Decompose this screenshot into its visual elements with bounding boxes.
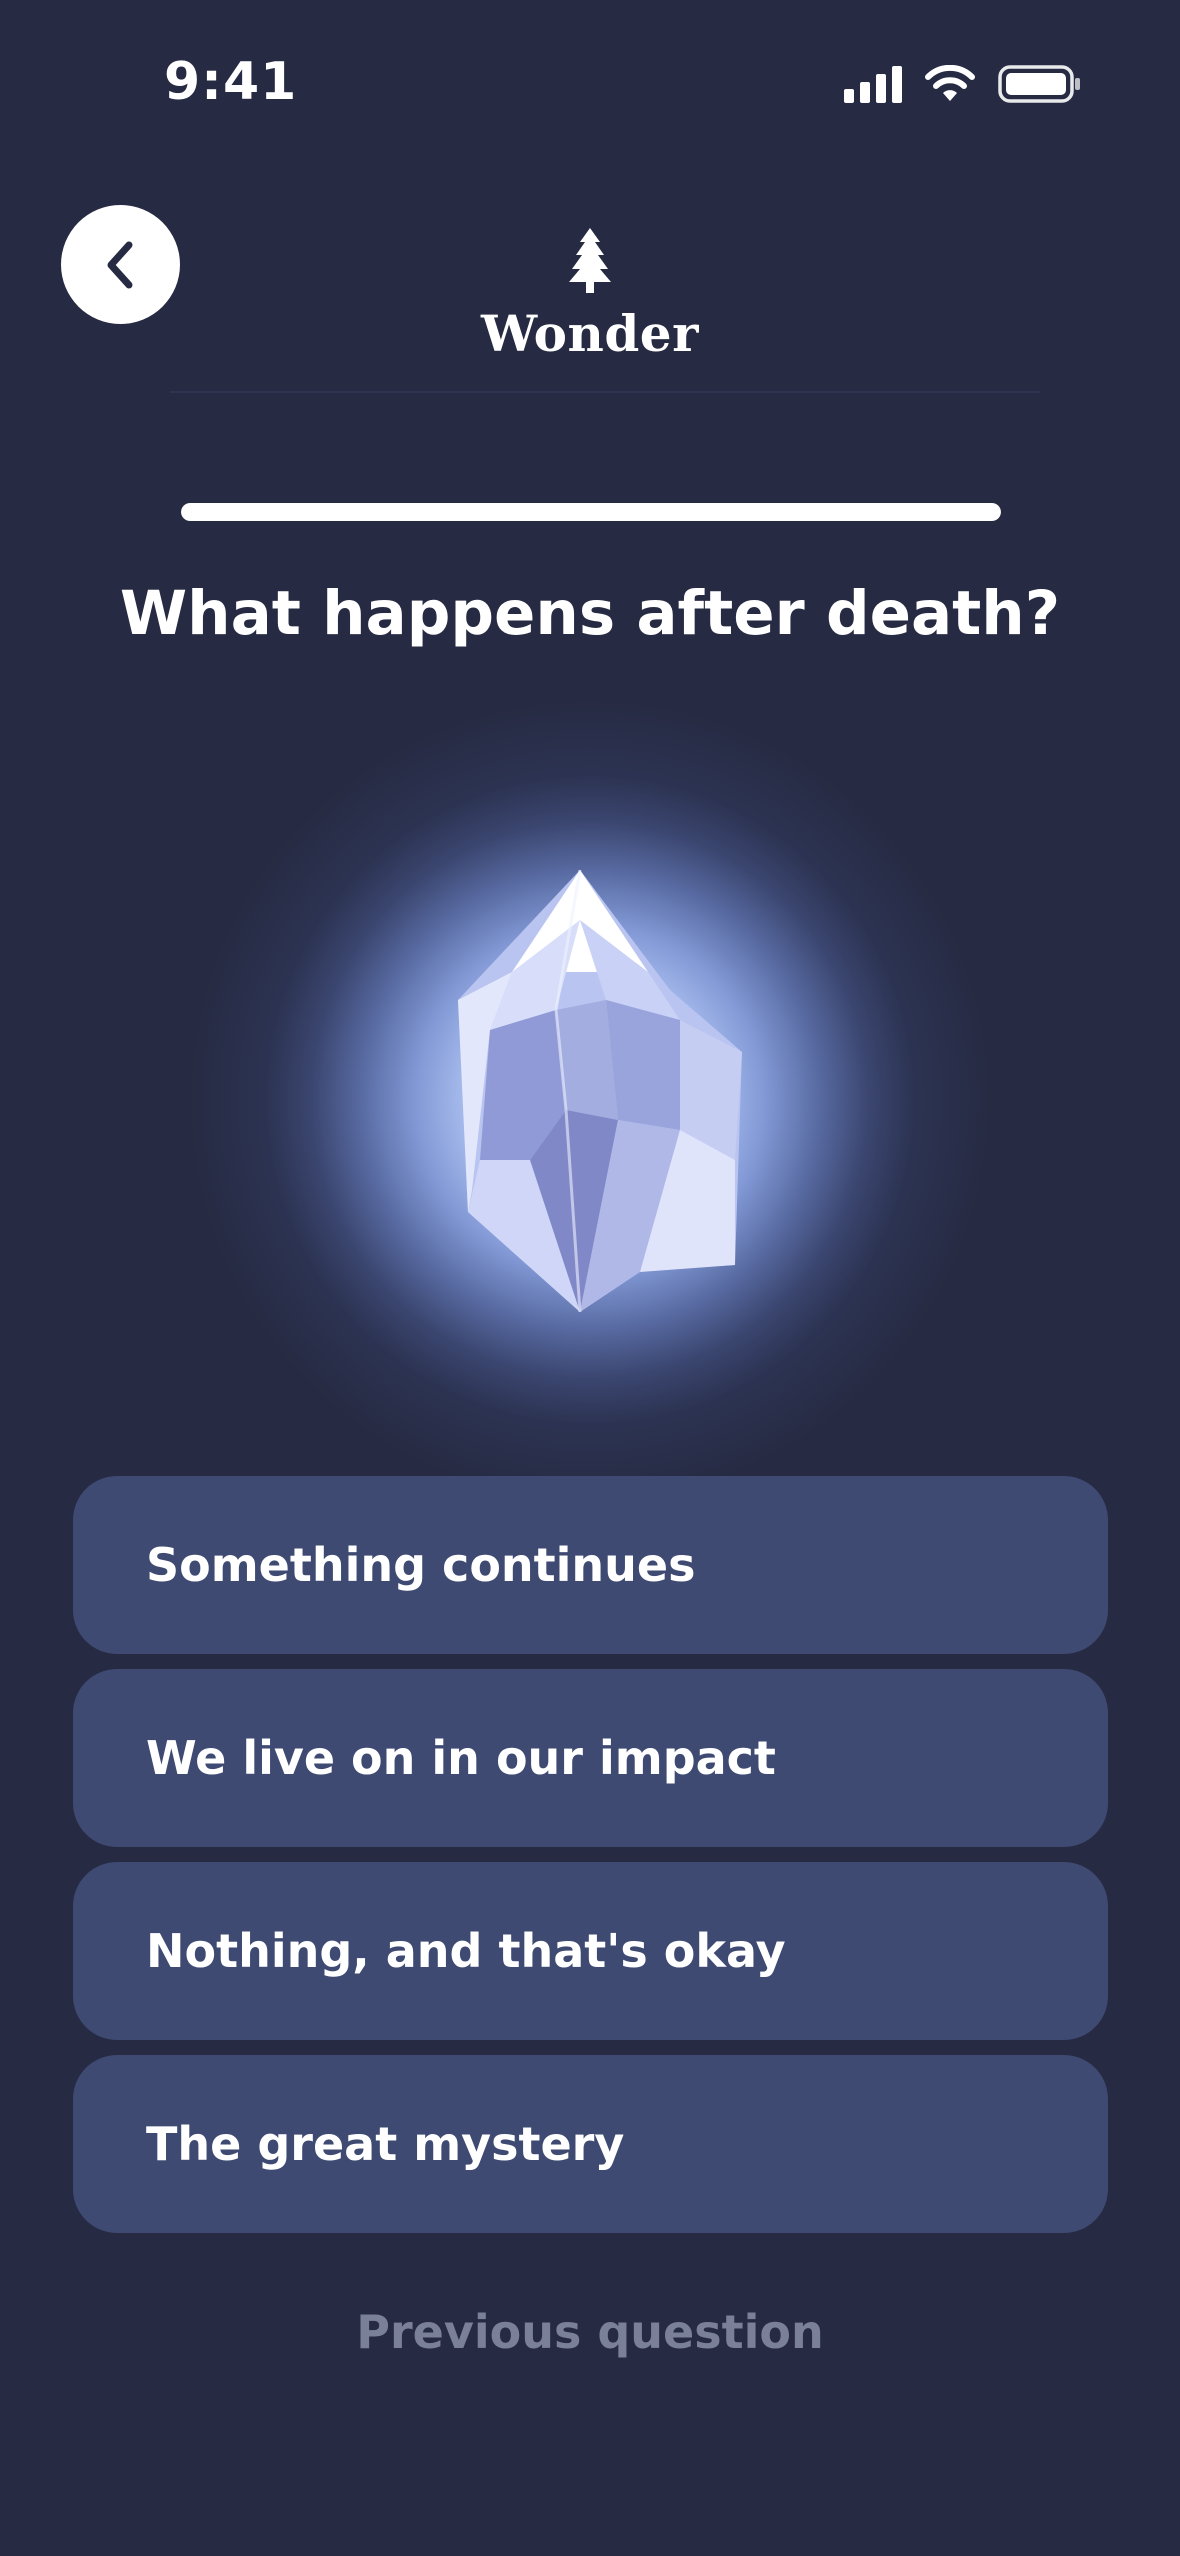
- answer-label: Something continues: [146, 1538, 696, 1592]
- battery-icon: [998, 64, 1082, 104]
- chevron-left-icon: [107, 241, 132, 288]
- answer-label: The great mystery: [146, 2117, 625, 2171]
- answer-option-something-continues[interactable]: Something continues: [73, 1476, 1108, 1654]
- status-time: 9:41: [164, 52, 298, 112]
- status-icons: [844, 64, 1082, 104]
- answer-list: Something continues We live on in our im…: [73, 1476, 1108, 2248]
- question-title: What happens after death?: [119, 578, 1061, 649]
- answer-label: We live on in our impact: [146, 1731, 776, 1785]
- answer-option-nothing-okay[interactable]: Nothing, and that's okay: [73, 1862, 1108, 2040]
- crystal-icon: [458, 869, 742, 1313]
- previous-question-link[interactable]: Previous question: [0, 2305, 1180, 2359]
- answer-option-live-on-impact[interactable]: We live on in our impact: [73, 1669, 1108, 1847]
- progress-fill: [181, 503, 1001, 521]
- quiz-screen: 9:41 Wonder What happens after death? So…: [0, 0, 1180, 2556]
- status-bar: 9:41: [0, 0, 1180, 170]
- progress-bar: [181, 503, 1001, 521]
- answer-option-great-mystery[interactable]: The great mystery: [73, 2055, 1108, 2233]
- brand-name: Wonder: [481, 304, 699, 363]
- answer-label: Nothing, and that's okay: [146, 1924, 786, 1978]
- crystal-illustration: [180, 640, 1000, 1560]
- signal-icon: [844, 65, 902, 103]
- wifi-icon: [924, 65, 976, 103]
- back-button[interactable]: [61, 205, 180, 324]
- tree-icon: [569, 228, 611, 293]
- brand: Wonder: [390, 226, 790, 363]
- header-divider: [170, 391, 1040, 393]
